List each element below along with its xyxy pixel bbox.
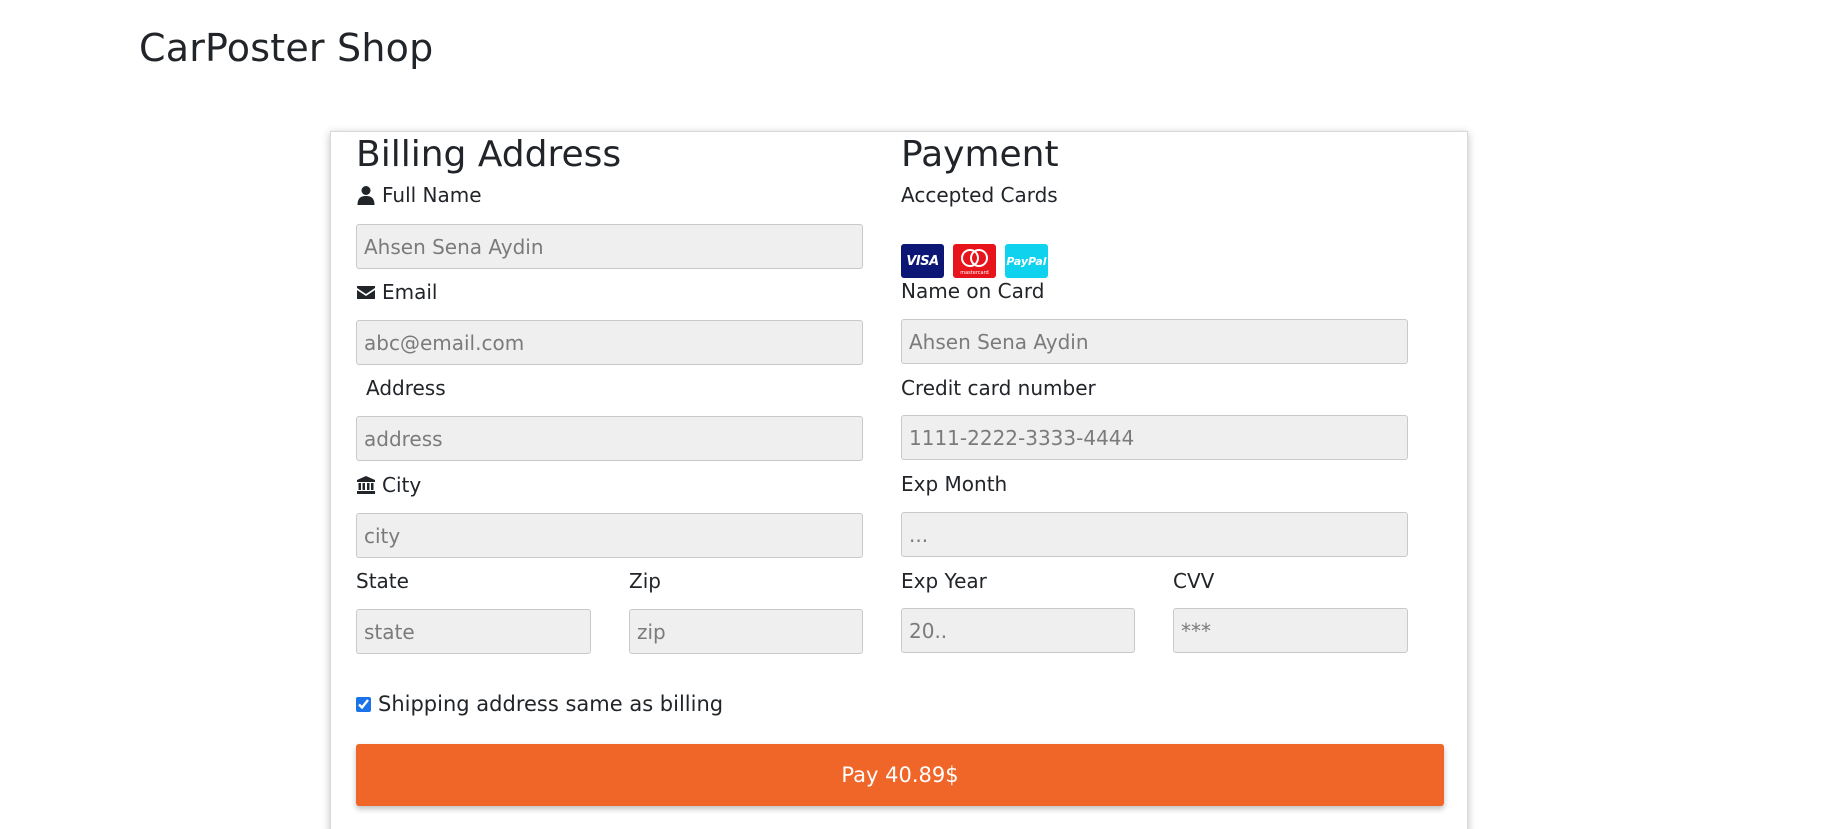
accepted-cards-label: Accepted Cards <box>901 183 1058 207</box>
address-label: Address <box>366 376 446 400</box>
shipping-same-checkbox[interactable] <box>356 696 371 712</box>
visa-icon: VISA <box>901 244 944 278</box>
exp-month-input[interactable] <box>901 512 1408 557</box>
cvv-label: CVV <box>1173 569 1215 593</box>
card-number-label: Credit card number <box>901 376 1096 400</box>
billing-title: Billing Address <box>356 134 622 175</box>
name-on-card-input[interactable] <box>901 319 1408 364</box>
checkout-card: Billing Address Full Name Email Address … <box>330 131 1468 829</box>
full-name-label: Full Name <box>356 183 482 207</box>
zip-input[interactable] <box>629 609 863 654</box>
exp-month-label: Exp Month <box>901 472 1008 496</box>
card-number-input[interactable] <box>901 415 1408 460</box>
city-label: City <box>356 473 421 497</box>
envelope-icon <box>357 286 375 299</box>
user-icon <box>357 186 375 205</box>
exp-year-input[interactable] <box>901 608 1135 653</box>
pay-button[interactable]: Pay 40.89$ <box>356 744 1444 806</box>
accepted-cards: VISA mastercard PayPal <box>901 244 1048 278</box>
email-label: Email <box>356 280 438 304</box>
zip-label: Zip <box>629 569 661 593</box>
city-input[interactable] <box>356 513 863 558</box>
payment-title: Payment <box>901 134 1059 175</box>
cvv-input[interactable] <box>1173 608 1408 653</box>
name-on-card-label: Name on Card <box>901 279 1045 303</box>
state-input[interactable] <box>356 609 591 654</box>
full-name-input[interactable] <box>356 224 863 269</box>
institution-icon <box>357 476 375 494</box>
state-label: State <box>356 569 409 593</box>
paypal-icon: PayPal <box>1005 244 1048 278</box>
shipping-same-row: Shipping address same as billing <box>356 692 723 716</box>
exp-year-label: Exp Year <box>901 569 987 593</box>
email-input[interactable] <box>356 320 863 365</box>
mastercard-icon: mastercard <box>953 244 996 278</box>
address-input[interactable] <box>356 416 863 461</box>
brand-title: CarPoster Shop <box>139 26 434 70</box>
shipping-same-label: Shipping address same as billing <box>378 692 724 716</box>
